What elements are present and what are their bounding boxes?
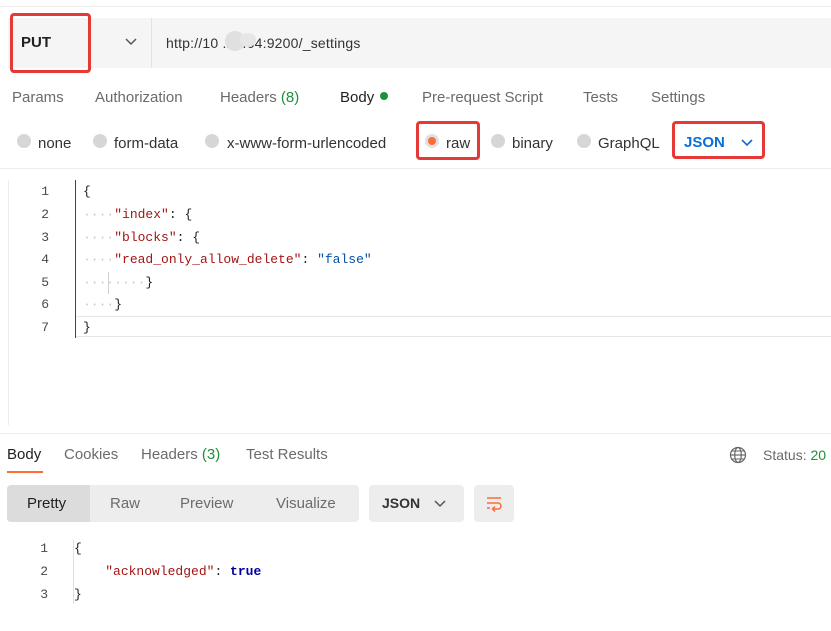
url-text: http://10 .23.64:9200/_settings (166, 35, 361, 51)
line-number: 4 (41, 252, 49, 267)
code-line[interactable]: ····} (83, 297, 122, 312)
radio-binary-label: binary (512, 135, 553, 152)
redaction-blur (240, 33, 256, 47)
view-mode-preview[interactable]: Preview (180, 495, 233, 512)
response-code-line: { (74, 541, 82, 556)
code-line[interactable]: } (83, 320, 91, 335)
tab-params[interactable]: Params (12, 89, 64, 106)
divider (0, 433, 831, 434)
response-tab-body[interactable]: Body (7, 446, 41, 463)
status-code: 20 (810, 447, 827, 463)
line-number: 7 (41, 320, 49, 335)
chevron-down-icon[interactable] (124, 35, 138, 49)
code-line[interactable]: { (83, 184, 91, 199)
line-number: 6 (41, 297, 49, 312)
response-code-line: } (74, 587, 82, 602)
response-tab-test-results[interactable]: Test Results (246, 446, 328, 463)
raw-highlight-box (416, 121, 480, 160)
chevron-down-icon (434, 500, 446, 508)
active-tab-underline (7, 471, 43, 473)
body-indicator-dot (380, 92, 389, 100)
tab-body[interactable]: Body (340, 89, 389, 106)
line-number: 5 (41, 275, 49, 290)
view-mode-raw[interactable]: Raw (110, 495, 140, 512)
line-number: 3 (40, 587, 48, 602)
method-highlight-box (10, 13, 91, 73)
radio-urlencoded[interactable] (205, 134, 219, 148)
radio-binary[interactable] (491, 134, 505, 148)
wrap-lines-icon (487, 497, 502, 513)
line-number: 3 (41, 230, 49, 245)
response-code-line: "acknowledged": true (105, 564, 262, 579)
view-mode-visualize[interactable]: Visualize (276, 495, 336, 512)
tab-headers[interactable]: Headers (8) (220, 89, 299, 106)
view-mode-pretty[interactable]: Pretty (27, 495, 66, 512)
tab-pre-request-script[interactable]: Pre-request Script (422, 89, 543, 106)
top-divider (0, 6, 831, 7)
radio-urlencoded-label: x-www-form-urlencoded (227, 135, 387, 152)
code-line[interactable]: ····"index": { (83, 207, 192, 222)
headers-count: (8) (280, 89, 300, 106)
response-tab-cookies[interactable]: Cookies (64, 446, 118, 463)
line-number: 1 (40, 541, 48, 556)
editor-gutter-border (75, 180, 76, 338)
current-line-highlight (76, 316, 831, 337)
radio-none-label: none (38, 135, 72, 152)
response-tab-headers[interactable]: Headers (3) (141, 446, 220, 463)
globe-icon[interactable] (729, 446, 747, 464)
code-line[interactable]: ········} (83, 275, 153, 290)
tab-settings[interactable]: Settings (651, 89, 705, 106)
response-headers-count: (3) (201, 446, 221, 463)
radio-graphql-label: GraphQL (598, 135, 660, 152)
response-status: Status: 20 (763, 447, 827, 463)
line-number: 2 (41, 207, 49, 222)
radio-form-data[interactable] (93, 134, 107, 148)
tab-authorization[interactable]: Authorization (95, 89, 183, 106)
json-highlight-box (672, 121, 765, 159)
response-format-label: JSON (382, 495, 421, 511)
radio-graphql[interactable] (577, 134, 591, 148)
radio-none[interactable] (17, 134, 31, 148)
divider (0, 168, 831, 169)
code-line[interactable]: ····"blocks": { (83, 230, 200, 245)
line-number: 1 (41, 184, 49, 199)
line-number: 2 (40, 564, 48, 579)
radio-form-data-label: form-data (114, 135, 179, 152)
code-line[interactable]: ····"read_only_allow_delete": "false" (83, 252, 372, 267)
tab-tests[interactable]: Tests (583, 89, 618, 106)
